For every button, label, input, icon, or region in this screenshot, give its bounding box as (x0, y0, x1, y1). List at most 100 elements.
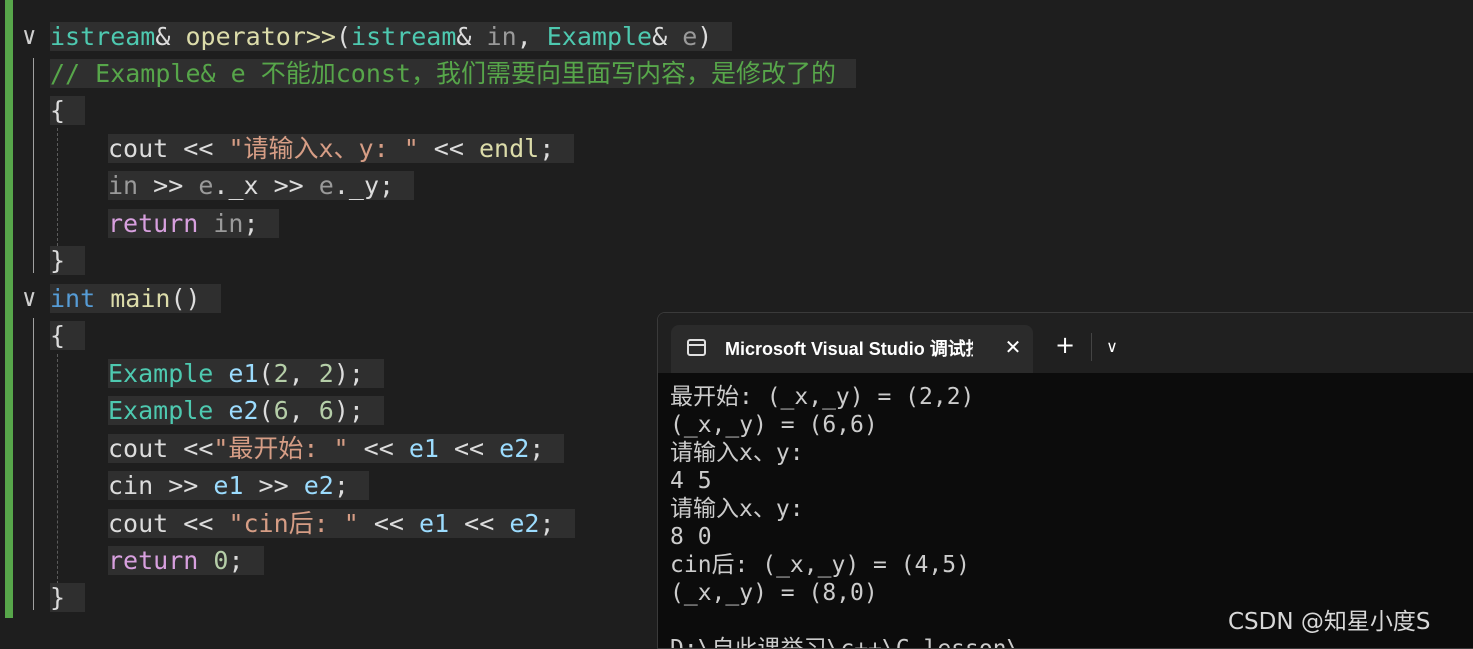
code-line-highlight: cout << "请输入x、y: " << endl; (108, 134, 575, 163)
code-token: << (168, 434, 214, 463)
output-line-partial: D:\自此课举习\c++\C_lesson\... (670, 636, 1062, 649)
code-token: << (418, 134, 479, 163)
code-token: >> (153, 471, 214, 500)
code-line[interactable]: } (50, 242, 86, 279)
code-token: >> (243, 471, 304, 500)
code-token: endl (478, 134, 540, 163)
code-line[interactable]: in >> e._x >> e._y; (108, 167, 415, 204)
code-token: ) (697, 22, 713, 51)
output-line: 最开始: (_x,_y) = (2,2) (670, 384, 975, 410)
code-token: e (198, 171, 214, 200)
indent-guide-operator (57, 128, 58, 246)
code-line-highlight: return 0; (108, 546, 264, 575)
code-line[interactable]: return 0; (108, 542, 264, 579)
code-token: in (486, 22, 517, 51)
code-token: e1 (228, 359, 259, 388)
code-token: ( (335, 22, 352, 51)
code-token: . (213, 171, 229, 200)
code-token: << (358, 509, 420, 538)
debug-console-window[interactable]: Microsoft Visual Studio 调试控制台 ✕ + ∨ 最开始:… (657, 312, 1473, 649)
code-token: 6 (273, 396, 289, 425)
code-token: & (456, 22, 487, 51)
terminal-tab[interactable]: Microsoft Visual Studio 调试控制台 ✕ (671, 325, 1033, 373)
code-token: "最开始: " (213, 434, 349, 463)
code-line[interactable]: } (50, 579, 86, 616)
code-token: Example (108, 396, 214, 425)
code-line[interactable]: { (50, 317, 86, 354)
new-tab-button[interactable]: + (1053, 333, 1077, 357)
close-tab-icon[interactable]: ✕ (1001, 335, 1025, 359)
code-line[interactable]: cout << "cin后: " << e1 << e2; (108, 505, 575, 542)
code-token: e1 (419, 509, 450, 538)
code-token: e2 (509, 509, 540, 538)
code-line[interactable]: cout << "请输入x、y: " << endl; (108, 130, 575, 167)
code-token: & (155, 22, 186, 51)
code-token: e (318, 171, 334, 200)
code-line-highlight: } (50, 583, 86, 612)
code-token: , (516, 22, 547, 51)
code-token: << (438, 434, 500, 463)
code-token: << (449, 509, 510, 538)
chevron-down-icon[interactable]: ∨ (1100, 335, 1124, 359)
code-line-highlight: { (50, 96, 86, 125)
code-line[interactable]: cout <<"最开始: " << e1 << e2; (108, 430, 565, 467)
code-line-highlight: in >> e._x >> e._y; (108, 171, 415, 200)
code-line[interactable]: cin >> e1 >> e2; (108, 467, 369, 504)
output-line: 请输入x、y: (670, 440, 804, 466)
code-token: int (50, 284, 96, 313)
fold-toggle-operator-icon[interactable]: ∨ (22, 18, 36, 55)
code-token: return (108, 209, 199, 238)
code-token: . (333, 171, 349, 200)
code-token: "请输入x、y: " (228, 134, 419, 163)
code-token: in (108, 171, 139, 200)
code-token: e2 (303, 471, 334, 500)
code-token: << (168, 509, 229, 538)
code-token: 2 (318, 359, 334, 388)
code-token: e2 (228, 396, 259, 425)
code-token: Example (546, 22, 653, 51)
code-token: e2 (499, 434, 530, 463)
code-token: >> (258, 171, 319, 200)
code-line-highlight: cout << "cin后: " << e1 << e2; (108, 509, 575, 538)
output-line: 8 0 (670, 524, 712, 550)
output-line: (_x,_y) = (6,6) (670, 412, 878, 438)
code-line[interactable]: int main() (50, 280, 221, 317)
code-token: , (288, 396, 319, 425)
code-token: cout (108, 434, 169, 463)
code-line[interactable]: istream& operator>>(istream& in, Example… (50, 18, 733, 55)
code-token: ; (539, 134, 555, 163)
code-line-highlight: } (50, 246, 86, 275)
code-token: << (348, 434, 409, 463)
code-token: 0 (213, 546, 229, 575)
code-line-highlight: { (50, 321, 86, 350)
code-line-highlight: Example e1(2, 2); (108, 359, 384, 388)
code-token: main (110, 284, 171, 313)
code-line[interactable]: Example e2(6, 6); (108, 392, 384, 429)
code-token: ; (529, 434, 545, 463)
code-token: e1 (408, 434, 439, 463)
code-line[interactable]: Example e1(2, 2); (108, 355, 384, 392)
code-token: istream (50, 22, 156, 51)
code-token: return (108, 546, 199, 575)
code-token: & (652, 22, 683, 51)
code-token: operator>> (185, 22, 336, 51)
fold-toggle-main-icon[interactable]: ∨ (22, 280, 36, 317)
code-line-highlight: cin >> e1 >> e2; (108, 471, 369, 500)
code-token: { (50, 321, 66, 350)
code-token: cout (108, 509, 169, 538)
code-line[interactable]: // Example& e 不能加const，我们需要向里面写内容，是修改了的 (50, 55, 856, 92)
code-line[interactable]: return in; (108, 205, 279, 242)
console-icon (687, 339, 706, 356)
code-token: ; (333, 471, 349, 500)
code-line[interactable]: { (50, 92, 86, 129)
output-line: cin后: (_x,_y) = (4,5) (670, 552, 970, 578)
code-token: _x (228, 171, 259, 200)
code-line-highlight: istream& operator>>(istream& in, Example… (50, 22, 733, 51)
code-token: cin (108, 471, 154, 500)
code-token: // Example& e 不能加const，我们需要向里面写内容，是修改了的 (50, 59, 836, 88)
code-token: ( (258, 396, 274, 425)
watermark: CSDN @知星小度S (1228, 609, 1431, 635)
